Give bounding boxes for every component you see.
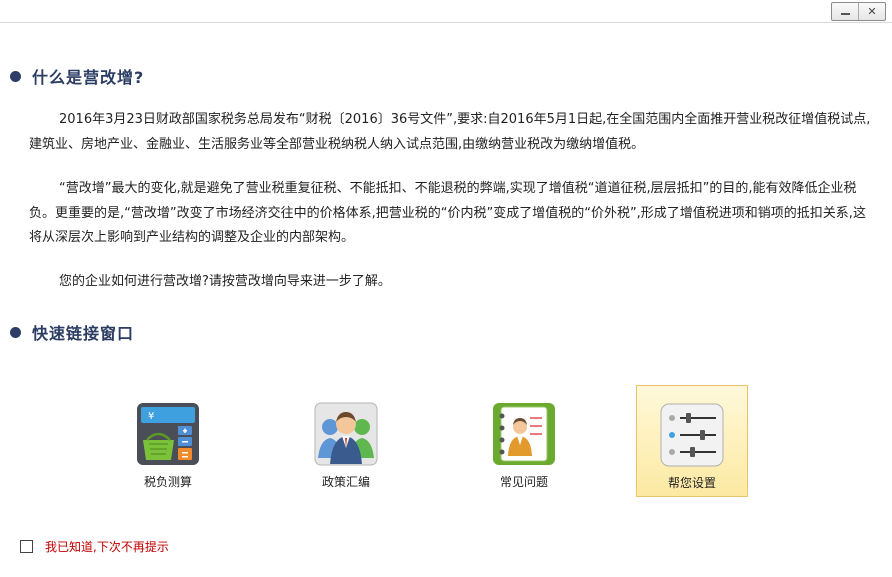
minimize-icon (840, 13, 850, 15)
svg-text:¥: ¥ (148, 411, 154, 422)
quick-link-label: 政策汇编 (321, 475, 370, 489)
paragraph-intro: 2016年3月23日财政部国家税务总局发布“财税〔2016〕36号文件”,要求:… (29, 112, 871, 152)
quick-link-policy-compilation[interactable]: 政策汇编 (290, 385, 402, 497)
bullet-icon (10, 326, 21, 338)
calculator-icon: ¥ (136, 402, 200, 466)
dont-show-again[interactable]: 我已知道,下次不再提示 (20, 538, 169, 555)
window-controls: ✕ (831, 2, 886, 21)
quick-link-faq[interactable]: 常见问题 (468, 385, 580, 497)
bullet-icon (10, 70, 21, 82)
paragraph-guide: 您的企业如何进行营改增?请按营改增向导来进一步了解。 (59, 274, 391, 289)
paragraph-benefits: “营改增”最大的变化,就是避免了营业税重复征税、不能抵扣、不能退税的弊端,实现了… (29, 181, 866, 245)
section-heading-quick-links: 快速链接窗口 (10, 320, 134, 344)
close-button[interactable]: ✕ (858, 3, 885, 20)
quick-link-help-settings[interactable]: 帮您设置 (636, 385, 748, 497)
quick-link-label: 帮您设置 (667, 476, 716, 490)
settings-sliders-icon (660, 403, 724, 467)
quick-link-tax-calculation[interactable]: ¥ 税负测算 (112, 385, 224, 497)
section-title: 快速链接窗口 (32, 324, 135, 343)
section-title: 什么是营改增? (32, 68, 145, 87)
notebook-person-icon (492, 402, 556, 466)
close-icon: ✕ (867, 5, 877, 18)
minimize-button[interactable] (832, 3, 858, 20)
quick-link-label: 税负测算 (143, 475, 192, 489)
dont-show-again-label: 我已知道,下次不再提示 (45, 540, 169, 554)
dont-show-again-checkbox[interactable] (20, 540, 33, 553)
section-heading-what-is: 什么是营改增? (10, 64, 144, 88)
title-bar: ✕ (0, 0, 892, 23)
people-icon (314, 402, 378, 466)
quick-link-label: 常见问题 (499, 475, 548, 489)
